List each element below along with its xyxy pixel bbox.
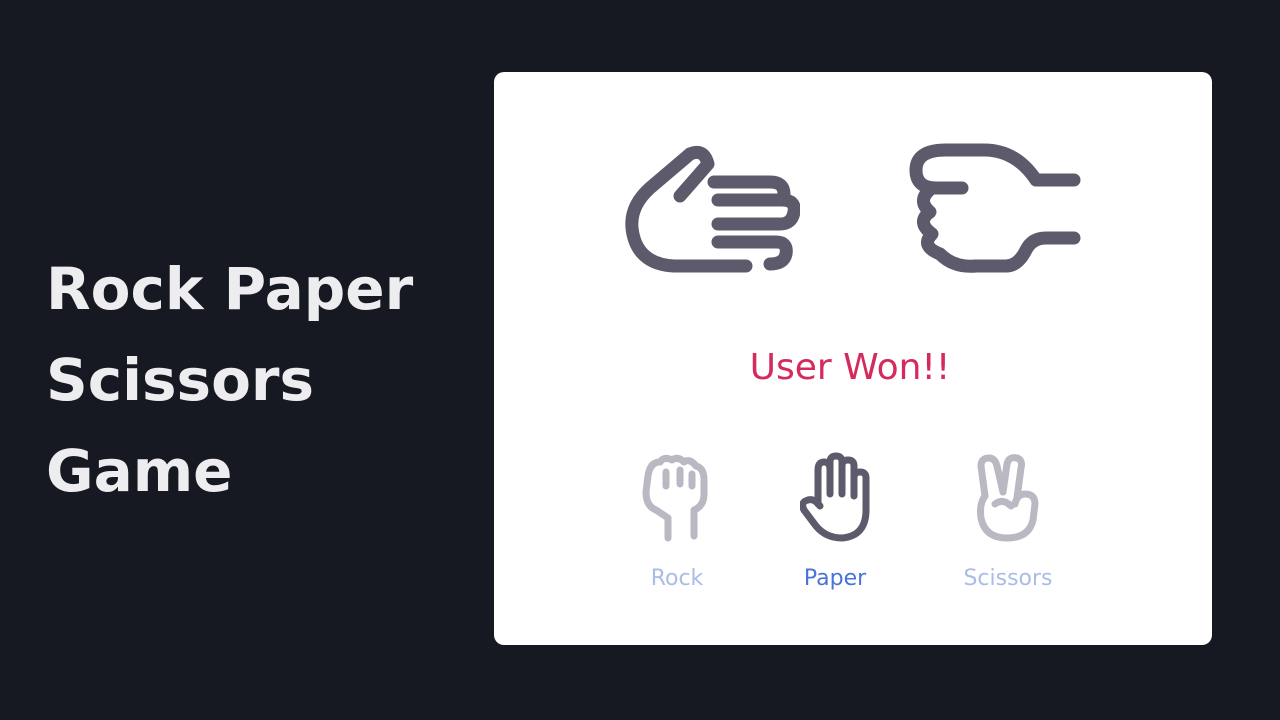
title-line-2: Scissors [46,346,315,414]
scissors-icon [977,454,1039,542]
rock-hand-icon [909,143,1081,273]
rock-choice-button[interactable]: Rock [607,452,747,602]
rock-label: Rock [650,566,704,591]
paper-label: Paper [803,566,867,591]
title-line-1: Rock Paper [46,255,414,323]
scissors-choice-button[interactable]: Scissors [938,452,1078,602]
paper-hand-icon [625,145,800,273]
page-title: Rock Paper Scissors Game [46,244,476,517]
paper-choice-button[interactable]: Paper [765,452,905,602]
result-text: User Won!! [749,347,951,388]
rock-icon [642,454,708,542]
title-line-3: Game [46,437,233,505]
paper-icon [800,452,870,542]
scissors-label: Scissors [963,566,1053,591]
